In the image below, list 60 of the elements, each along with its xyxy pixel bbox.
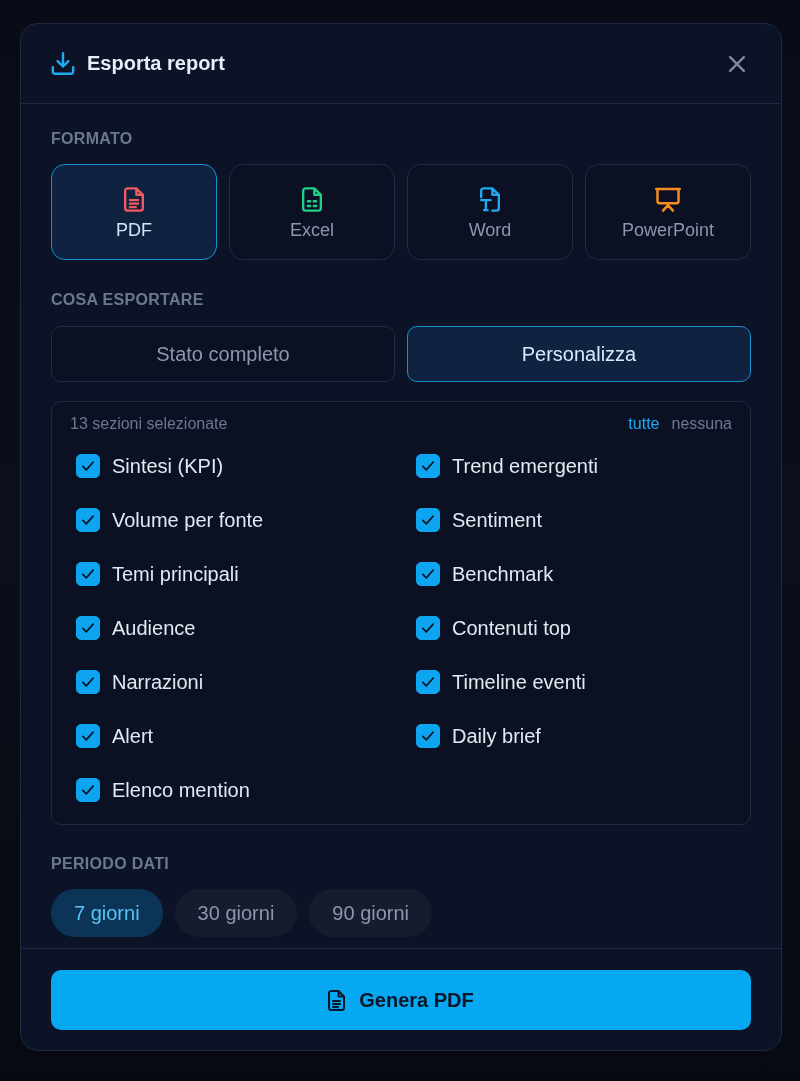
check-icon: [422, 515, 434, 525]
checkbox[interactable]: [76, 562, 100, 586]
close-icon: [729, 55, 745, 72]
check-icon: [82, 677, 94, 687]
section-name: Alert: [112, 724, 154, 748]
section-label: FORMATO: [51, 129, 134, 149]
check-icon: [82, 515, 94, 525]
check-icon: [422, 731, 434, 741]
section-name: Timeline eventi: [452, 670, 586, 694]
scope-option[interactable]: Stato completo: [51, 326, 395, 382]
format-option[interactable]: Word: [407, 164, 573, 260]
generate-button[interactable]: Genera PDF: [51, 970, 751, 1030]
checkbox[interactable]: [416, 508, 440, 532]
checkbox[interactable]: [76, 778, 100, 802]
dialog-title: Esporta report: [87, 52, 226, 75]
check-icon: [82, 731, 94, 741]
format-option[interactable]: PowerPoint: [585, 164, 751, 260]
format-option[interactable]: Excel: [229, 164, 395, 260]
section-label: COSA ESPORTARE: [51, 290, 205, 310]
section-name: Trend emergenti: [452, 454, 598, 478]
check-icon: [82, 623, 94, 633]
checkbox[interactable]: [416, 562, 440, 586]
section-name: Volume per fonte: [112, 508, 264, 532]
section-name: Elenco mention: [112, 778, 250, 802]
selection-count: 13 sezioni selezionate: [70, 415, 228, 433]
check-icon: [82, 569, 94, 579]
section-name: Sentiment: [452, 508, 543, 532]
checkbox[interactable]: [416, 454, 440, 478]
checkbox[interactable]: [76, 508, 100, 532]
checkbox[interactable]: [76, 616, 100, 640]
section-name: Audience: [112, 616, 196, 640]
checkbox[interactable]: [416, 670, 440, 694]
section-label: PERIODO DATI: [51, 854, 170, 874]
document-icon: [328, 989, 346, 1011]
scope-option[interactable]: Personalizza: [407, 326, 751, 382]
checkbox[interactable]: [416, 616, 440, 640]
check-icon: [422, 569, 434, 579]
section-name: Daily brief: [452, 724, 541, 748]
check-icon: [422, 461, 434, 471]
period-option[interactable]: 7 giorni: [51, 889, 163, 937]
checkbox[interactable]: [76, 670, 100, 694]
format-option[interactable]: PDF: [51, 164, 217, 260]
check-icon: [82, 785, 94, 795]
select-link[interactable]: nessuna: [671, 415, 732, 433]
section-name: Benchmark: [452, 562, 554, 586]
check-icon: [422, 677, 434, 687]
checkbox[interactable]: [76, 724, 100, 748]
period-option[interactable]: 90 giorni: [309, 889, 433, 937]
check-icon: [82, 461, 94, 471]
section-name: Contenuti top: [452, 616, 571, 640]
checkbox[interactable]: [76, 454, 100, 478]
download-icon: [51, 52, 75, 75]
section-name: Narrazioni: [112, 670, 204, 694]
section-name: Temi principali: [112, 562, 239, 586]
section-name: Sintesi (KPI): [112, 454, 224, 478]
close-button[interactable]: [729, 55, 745, 72]
checkbox[interactable]: [416, 724, 440, 748]
period-option[interactable]: 30 giorni: [174, 889, 298, 937]
check-icon: [422, 623, 434, 633]
select-link[interactable]: tutte: [628, 415, 660, 433]
